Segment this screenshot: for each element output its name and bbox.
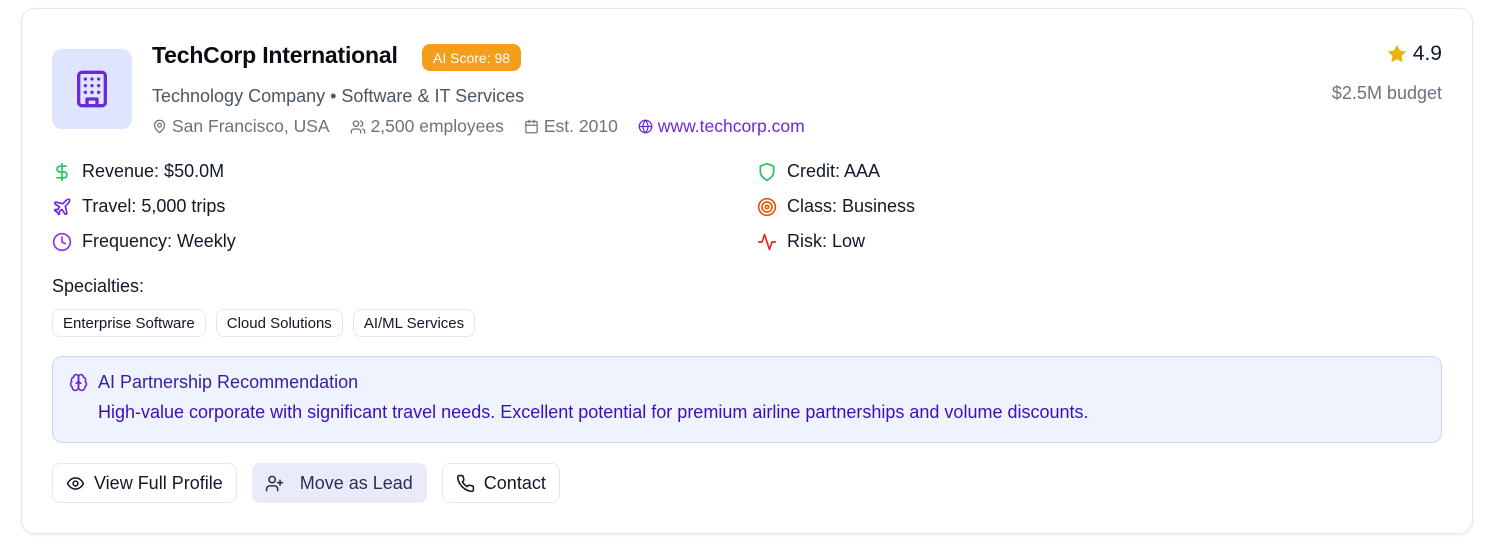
action-buttons: View Full Profile Move as Lead Contact (52, 463, 575, 503)
website-text[interactable]: www.techcorp.com (658, 116, 805, 137)
stat-credit: Credit: AAA (757, 161, 880, 182)
meta-employees: 2,500 employees (350, 116, 504, 137)
company-name: TechCorp International (152, 42, 398, 68)
move-lead-label: Move as Lead (299, 472, 413, 493)
move-lead-button[interactable]: Move as Lead (251, 463, 427, 503)
company-logo (52, 49, 132, 129)
contact-button[interactable]: Contact (441, 463, 560, 503)
stat-frequency: Frequency: Weekly (52, 231, 236, 252)
stat-risk: Risk: Low (757, 231, 865, 252)
established-text: Est. 2010 (543, 116, 618, 136)
rating-value: 4.9 (1412, 42, 1442, 65)
users-icon (350, 119, 365, 134)
company-subtitle: Technology Company • Software & IT Servi… (152, 86, 525, 106)
stat-class: Class: Business (757, 196, 915, 217)
map-pin-icon (153, 119, 166, 134)
travel-text: Travel: 5,000 trips (82, 196, 226, 216)
revenue-text: Revenue: $50.0M (82, 161, 225, 181)
budget: $2.5M budget (1331, 83, 1442, 103)
employees-text: 2,500 employees (370, 116, 504, 136)
target-icon (757, 197, 777, 216)
clock-icon (52, 232, 72, 251)
rating: 4.9 (1387, 42, 1442, 66)
dollar-icon (56, 162, 68, 181)
frequency-text: Frequency: Weekly (82, 231, 236, 251)
class-text: Class: Business (787, 196, 916, 216)
calendar-icon (525, 119, 538, 134)
meta-established: Est. 2010 (524, 116, 618, 137)
phone-icon (456, 474, 475, 492)
building-icon (77, 70, 107, 108)
website-link[interactable]: www.techcorp.com (638, 116, 805, 137)
view-profile-button[interactable]: View Full Profile (52, 463, 237, 503)
contact-label: Contact (483, 472, 546, 493)
ai-score-badge: AI Score: 98 (422, 44, 522, 71)
meta-location: San Francisco, USA (152, 116, 330, 137)
brain-icon (69, 373, 88, 392)
specialty-tag: Cloud Solutions (215, 309, 343, 337)
view-profile-label: View Full Profile (94, 472, 223, 493)
ai-recommendation-title: AI Partnership Recommendation (69, 372, 358, 393)
credit-text: Credit: AAA (787, 161, 881, 181)
stat-revenue: Revenue: $50.0M (52, 161, 224, 182)
star-icon (1388, 45, 1406, 62)
user-plus-icon (265, 475, 283, 491)
plane-icon (53, 198, 71, 215)
location-text: San Francisco, USA (172, 116, 330, 136)
specialties-label: Specialties: (52, 276, 145, 296)
stat-travel: Travel: 5,000 trips (52, 196, 225, 217)
specialty-tag: AI/ML Services (352, 309, 476, 337)
specialties-tags: Enterprise Software Cloud Solutions AI/M… (52, 309, 485, 337)
company-card: TechCorp International AI Score: 98 Tech… (21, 8, 1473, 534)
globe-icon (638, 119, 653, 134)
shield-icon (759, 162, 775, 181)
ai-recommendation-box: AI Partnership Recommendation High-value… (52, 356, 1442, 443)
company-meta: San Francisco, USA 2,500 employees Est. … (152, 116, 825, 137)
activity-icon (757, 233, 777, 250)
specialty-tag: Enterprise Software (52, 309, 206, 337)
eye-icon (66, 476, 85, 490)
risk-text: Risk: Low (787, 231, 866, 251)
ai-title-text: AI Partnership Recommendation (98, 372, 359, 392)
ai-recommendation-text: High-value corporate with significant tr… (98, 402, 1089, 422)
